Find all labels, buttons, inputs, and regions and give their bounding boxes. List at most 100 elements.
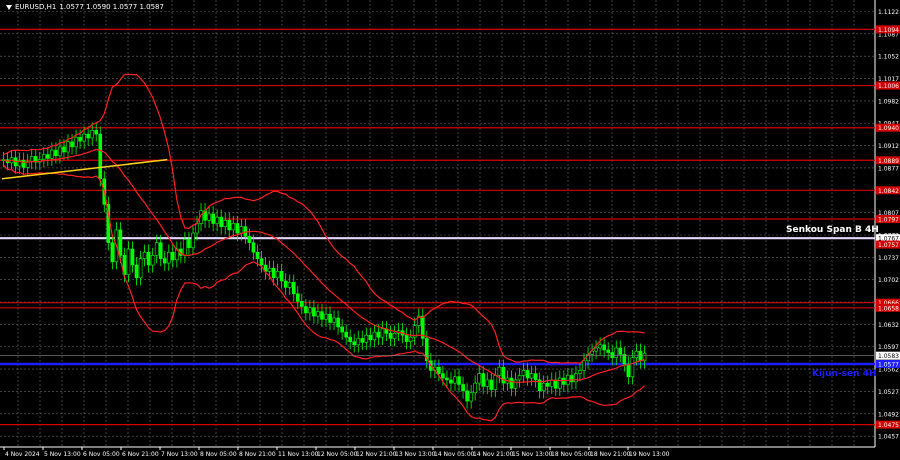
candle-body: [308, 307, 312, 314]
candle-body: [408, 336, 413, 342]
candle-body: [489, 379, 494, 390]
candle-body: [348, 336, 353, 342]
candle-body: [211, 213, 215, 224]
candle-body: [207, 213, 211, 221]
y-tick-label: 1.0912: [878, 143, 899, 150]
y-tick-label: 1.0492: [878, 411, 899, 418]
x-tick-label: 7 Nov 13:00: [161, 451, 198, 458]
candle-body: [316, 311, 320, 317]
y-tick-label: 1.0527: [878, 389, 899, 396]
candle-body: [158, 242, 163, 259]
candle-body: [295, 293, 300, 302]
candle-body: [614, 347, 619, 358]
x-tick-label: 13 Nov 13:00: [395, 451, 436, 458]
candle-body: [195, 223, 199, 234]
candle-body: [279, 271, 284, 282]
x-tick-label: 14 Nov 05:00: [434, 451, 475, 458]
candle-body: [320, 311, 324, 320]
candle-body: [134, 264, 139, 279]
candle-body: [251, 242, 256, 253]
x-tick-label: 4 Nov 2024: [5, 451, 40, 458]
y-tick-label: 1.1052: [878, 54, 899, 61]
price-chart[interactable]: 1.11221.10871.10521.10171.09821.09471.09…: [0, 0, 900, 460]
x-tick-label: 6 Nov 21:00: [122, 451, 159, 458]
candle-body: [126, 248, 131, 275]
x-tick-label: 11 Nov 13:00: [278, 451, 319, 458]
y-tick-label: 1.0457: [878, 434, 899, 441]
candle-body: [259, 258, 264, 266]
candle-body: [227, 220, 232, 231]
x-tick-label: 12 Nov 05:00: [317, 451, 358, 458]
candle-body: [533, 373, 538, 381]
candle-body: [283, 280, 288, 288]
candle-body: [291, 281, 296, 295]
candle-body: [606, 349, 611, 353]
candle-body: [570, 375, 574, 383]
candle-body: [86, 133, 90, 139]
candle-body: [437, 366, 441, 374]
x-tick-label: 15 Nov 13:00: [512, 451, 553, 458]
candle-body: [54, 149, 58, 157]
candle-body: [392, 333, 397, 339]
candle-body: [525, 370, 530, 379]
candle-body: [191, 232, 195, 249]
candle-body: [630, 357, 635, 378]
candle-body: [90, 129, 95, 139]
candle-body: [62, 146, 66, 153]
candle-body: [304, 306, 308, 314]
x-tick-label: 6 Nov 05:00: [83, 451, 120, 458]
level-price-label: 1.0889: [878, 158, 899, 165]
candle-body: [324, 313, 328, 320]
x-tick-label: 12 Nov 21:00: [356, 451, 397, 458]
candle-body: [404, 334, 409, 342]
candle-body: [493, 375, 498, 390]
level-price-label: 1.0658: [878, 305, 899, 312]
candle-body: [82, 133, 86, 142]
candle-body: [98, 133, 103, 180]
candle-body: [441, 373, 445, 379]
level-price-label: 1.0842: [878, 188, 899, 195]
candle-body: [457, 376, 461, 385]
candle-body: [582, 360, 586, 371]
x-tick-label: 19 Nov 13:00: [629, 451, 670, 458]
y-tick-label: 1.0702: [878, 277, 899, 284]
candle-body: [110, 242, 115, 263]
candle-body: [388, 333, 393, 339]
kijun-sen-label: Kijun-sen 4H: [812, 369, 877, 379]
candle-body: [46, 154, 50, 159]
candle-body: [215, 216, 219, 224]
candle-body: [29, 156, 34, 162]
symbol-label: EURUSD,H1: [15, 3, 57, 11]
x-tick-label: 8 Nov 05:00: [200, 451, 237, 458]
symbol-dropdown-icon[interactable]: [6, 4, 12, 10]
y-tick-label: 1.0632: [878, 322, 899, 329]
candle-body: [138, 258, 143, 279]
candle-body: [481, 373, 486, 387]
candle-body: [465, 390, 469, 402]
level-price-label: 1.1006: [878, 83, 899, 90]
candle-body: [360, 338, 365, 343]
candle-body: [344, 331, 348, 338]
y-tick-label: 1.0597: [878, 344, 899, 351]
candle-body: [287, 281, 292, 288]
candle-body: [340, 326, 344, 333]
candle-body: [94, 129, 99, 135]
candle-body: [558, 377, 562, 389]
candle-body: [602, 344, 606, 351]
candle-body: [21, 159, 26, 168]
x-tick-label: 14 Nov 21:00: [473, 451, 514, 458]
candle-body: [638, 350, 643, 362]
candle-body: [549, 379, 554, 387]
candle-body: [150, 255, 155, 266]
candle-body: [513, 379, 518, 389]
candle-body: [477, 373, 482, 384]
candle-body: [368, 334, 373, 341]
candle-body: [376, 331, 381, 338]
y-tick-label: 1.0877: [878, 165, 899, 172]
candle-body: [578, 370, 582, 374]
candle-body: [336, 317, 340, 328]
x-tick-label: 18 Nov 21:00: [590, 451, 631, 458]
candle-body: [372, 331, 377, 341]
candle-body: [529, 373, 534, 379]
candle-body: [509, 377, 514, 389]
